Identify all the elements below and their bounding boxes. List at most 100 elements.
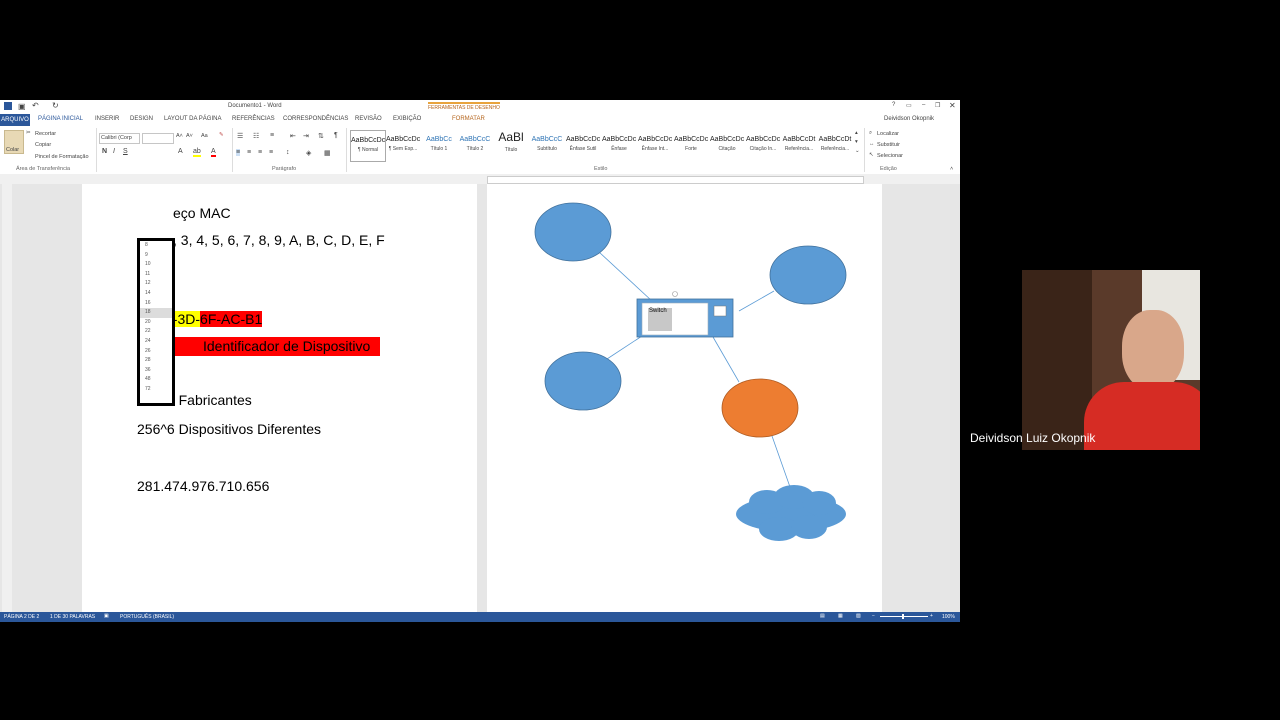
font-color-icon[interactable]: A [211, 148, 216, 157]
word-count[interactable]: 1 DE 30 PALAVRAS [50, 614, 95, 620]
node-ellipse-top-right[interactable] [769, 245, 847, 305]
layout-options-icon[interactable] [713, 305, 727, 317]
replace-icon[interactable]: ↔ [869, 141, 875, 147]
font-size-option[interactable]: 24 [140, 337, 172, 347]
font-size-option[interactable]: 26 [140, 347, 172, 357]
shrink-font-icon[interactable]: A˅ [186, 133, 193, 139]
vertical-ruler[interactable] [2, 184, 12, 612]
print-layout-icon[interactable]: ▦ [838, 613, 843, 619]
zoom-slider[interactable] [880, 616, 928, 617]
font-size-option[interactable]: 20 [140, 318, 172, 328]
shading-icon[interactable]: ◈ [306, 149, 311, 157]
style-item[interactable]: AaBbCcDc Forte [674, 130, 708, 160]
replace-button[interactable]: Substituir [877, 142, 900, 148]
align-right-icon[interactable]: ≡ [258, 149, 262, 156]
tab-inserir[interactable]: INSERIR [95, 116, 119, 122]
doc-line-hex[interactable]: , 3, 4, 5, 6, 7, 8, 9, A, B, C, D, E, F [173, 232, 385, 248]
style-item[interactable]: AaBbCcDc ¶ Sem Esp... [386, 130, 420, 160]
zoom-in-icon[interactable]: + [930, 613, 933, 619]
style-item[interactable]: AaBbCcDc Ênfase Sutil [566, 130, 600, 160]
style-item[interactable]: AaBbCcDt Referência... [818, 130, 852, 160]
cloud-shape[interactable] [736, 485, 846, 541]
gallery-scroll-up-icon[interactable]: ▴ [855, 130, 858, 136]
font-size-dropdown[interactable]: 8 9 10 11 12 14 16 18 20 22 24 26 28 36 48 72 [137, 238, 175, 406]
cut-button[interactable]: Recortar [35, 131, 56, 137]
language[interactable]: PORTUGUÊS (BRASIL) [120, 614, 174, 620]
connector-line[interactable] [606, 335, 643, 360]
grow-font-icon[interactable]: A˄ [176, 133, 183, 139]
font-size-option[interactable]: 8 [140, 241, 172, 251]
horizontal-ruler[interactable] [487, 176, 864, 184]
connector-line[interactable] [712, 336, 740, 383]
page-2[interactable]: Switch [487, 184, 882, 612]
format-painter-button[interactable]: Pincel de Formatação [35, 154, 89, 160]
find-button[interactable]: Localizar [877, 131, 899, 137]
style-item[interactable]: AaBbCcDc Ênfase [602, 130, 636, 160]
doc-line-devices[interactable]: 256^6 Dispositivos Diferentes [137, 421, 321, 437]
italic-icon[interactable]: I [113, 148, 115, 155]
identifier-label[interactable]: Identificador de Dispositivo [203, 338, 370, 354]
line-spacing-icon[interactable]: ↕ [286, 149, 290, 156]
node-ellipse-top-left[interactable] [534, 202, 612, 262]
increase-indent-icon[interactable]: ⇥ [303, 132, 309, 140]
font-size-option[interactable]: 12 [140, 279, 172, 289]
sort-icon[interactable]: ⇅ [318, 132, 324, 140]
close-icon[interactable]: ✕ [949, 101, 956, 110]
copy-button[interactable]: Copiar [35, 142, 51, 148]
doc-line-total[interactable]: 281.474.976.710.656 [137, 478, 269, 494]
align-center-icon[interactable]: ≡ [247, 149, 251, 156]
font-size-option[interactable]: 48 [140, 375, 172, 385]
bullets-icon[interactable]: ☰ [237, 132, 243, 140]
save-icon[interactable]: ▣ [18, 102, 26, 111]
style-item[interactable]: AaBl Título [494, 130, 528, 160]
tab-design[interactable]: DESIGN [130, 116, 153, 122]
scissors-icon[interactable]: ✂ [26, 130, 31, 136]
collapse-ribbon-icon[interactable]: ˄ [950, 166, 953, 172]
page-count[interactable]: PÁGINA 2 DE 2 [4, 614, 39, 620]
read-mode-icon[interactable]: ▤ [820, 613, 825, 619]
font-size-option[interactable]: 9 [140, 251, 172, 261]
tab-correspondencias[interactable]: CORRESPONDÊNCIAS [283, 116, 348, 122]
text-effects-icon[interactable]: A [178, 148, 183, 155]
proofing-icon[interactable]: ▣ [104, 613, 109, 619]
style-item[interactable]: AaBbCcDc Ênfase Int... [638, 130, 672, 160]
select-icon[interactable]: ↖ [869, 152, 874, 158]
tab-formatar[interactable]: FORMATAR [452, 116, 485, 122]
zoom-level[interactable]: 100% [942, 614, 955, 620]
tab-revisao[interactable]: REVISÃO [355, 116, 382, 122]
justify-icon[interactable]: ≡ [269, 149, 273, 156]
user-name[interactable]: Deividson Okopnik [884, 116, 934, 122]
align-left-icon[interactable]: ≡ [236, 149, 241, 156]
style-item[interactable]: AaBbCcDc Citação In... [746, 130, 780, 160]
style-item[interactable]: AaBbCcC Título 2 [458, 130, 492, 160]
font-size-option[interactable]: 14 [140, 289, 172, 299]
find-icon[interactable]: ⌕ [869, 130, 872, 137]
connector-line[interactable] [738, 290, 775, 312]
tab-arquivo[interactable]: ARQUIVO [0, 114, 30, 126]
paste-label[interactable]: Colar [6, 147, 19, 153]
redo-icon[interactable]: ↻ [52, 101, 59, 110]
switch-label[interactable]: Switch [649, 308, 667, 314]
connector-line[interactable] [598, 251, 653, 302]
mac-device-part[interactable]: 6F-AC-B1 [200, 311, 263, 327]
highlight-icon[interactable]: ab [193, 148, 201, 157]
style-item[interactable]: AaBbCcDt Referência... [782, 130, 816, 160]
restore-icon[interactable]: ❐ [935, 102, 940, 109]
node-ellipse-bottom-left[interactable] [544, 351, 622, 411]
doc-line-title[interactable]: eço MAC [173, 205, 231, 221]
font-size-option[interactable]: 28 [140, 356, 172, 366]
change-case-icon[interactable]: Aa [201, 133, 208, 139]
help-icon[interactable]: ? [892, 102, 895, 108]
style-item[interactable]: AaBbCcDc Citação [710, 130, 744, 160]
borders-icon[interactable]: ▦ [324, 149, 331, 157]
decrease-indent-icon[interactable]: ⇤ [290, 132, 296, 140]
font-size-option[interactable]: 11 [140, 270, 172, 280]
style-item[interactable]: AaBbCcC Subtítulo [530, 130, 564, 160]
undo-icon[interactable]: ↶ [32, 101, 39, 110]
font-size-option[interactable]: 10 [140, 260, 172, 270]
bold-icon[interactable]: N [102, 148, 107, 155]
multilevel-list-icon[interactable]: ≡ [270, 132, 274, 139]
tab-layout[interactable]: LAYOUT DA PÁGINA [164, 116, 221, 122]
style-item[interactable]: AaBbCc Título 1 [422, 130, 456, 160]
select-button[interactable]: Selecionar [877, 153, 903, 159]
